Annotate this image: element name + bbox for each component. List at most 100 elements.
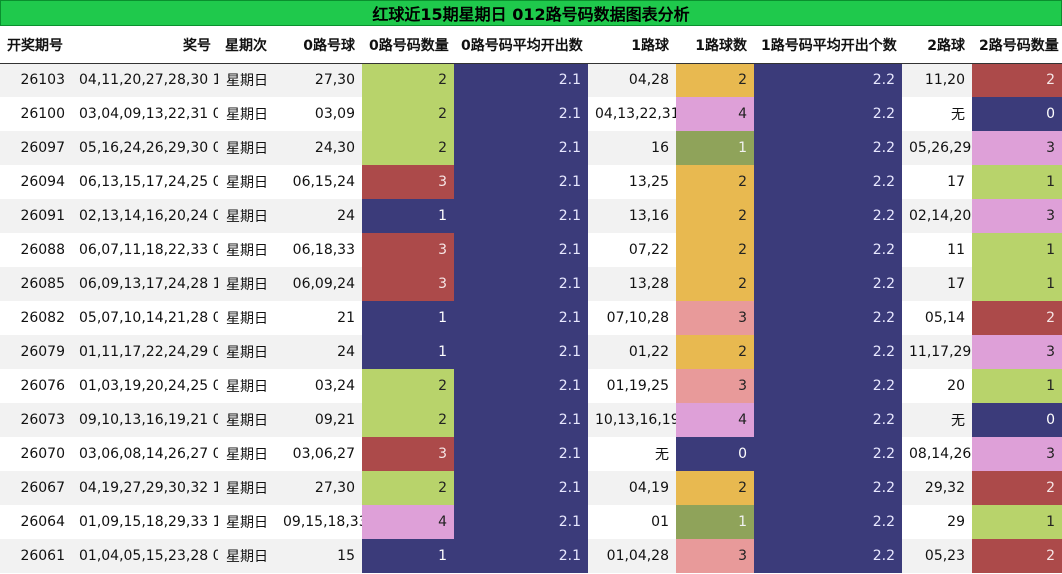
cell-numbers: 02,13,14,16,20,24 05 bbox=[72, 199, 218, 233]
table-row: 26073 09,10,13,16,19,21 08 星期日 09,21 2 2.1 10,… bbox=[0, 403, 1062, 437]
cell-route2-balls: 17 bbox=[902, 267, 972, 301]
cell-route0-count: 1 bbox=[362, 539, 454, 573]
cell-route0-avg: 2.1 bbox=[454, 369, 588, 403]
cell-route0-count: 2 bbox=[362, 369, 454, 403]
cell-route2-count: 3 bbox=[972, 131, 1062, 165]
cell-issue: 26064 bbox=[0, 505, 72, 539]
cell-route0-balls: 09,21 bbox=[276, 403, 362, 437]
table-row: 26085 06,09,13,17,24,28 15 星期日 06,09,24 3 2.1… bbox=[0, 267, 1062, 301]
cell-route1-avg: 2.2 bbox=[754, 199, 902, 233]
cell-numbers: 05,07,10,14,21,28 04 bbox=[72, 301, 218, 335]
cell-weekday: 星期日 bbox=[218, 97, 276, 131]
cell-route1-avg: 2.2 bbox=[754, 369, 902, 403]
cell-route1-balls: 01,04,28 bbox=[588, 539, 676, 573]
header-row: 开奖期号 奖号 星期次 0路号球 0路号码数量 0路号码平均开出数 1路球 1路… bbox=[0, 27, 1062, 63]
cell-route1-avg: 2.2 bbox=[754, 437, 902, 471]
cell-route0-count: 2 bbox=[362, 97, 454, 131]
table-row: 26103 04,11,20,27,28,30 15 星期日 27,30 2 2.1 04,… bbox=[0, 63, 1062, 97]
cell-weekday: 星期日 bbox=[218, 267, 276, 301]
cell-route1-avg: 2.2 bbox=[754, 233, 902, 267]
cell-route2-balls: 05,14 bbox=[902, 301, 972, 335]
cell-route0-balls: 24 bbox=[276, 335, 362, 369]
cell-route1-balls: 无 bbox=[588, 437, 676, 471]
cell-weekday: 星期日 bbox=[218, 369, 276, 403]
cell-route1-count: 2 bbox=[676, 335, 754, 369]
cell-issue: 26100 bbox=[0, 97, 72, 131]
cell-numbers: 06,07,11,18,22,33 05 bbox=[72, 233, 218, 267]
cell-numbers: 03,06,08,14,26,27 08 bbox=[72, 437, 218, 471]
cell-route0-avg: 2.1 bbox=[454, 165, 588, 199]
cell-route2-balls: 29,32 bbox=[902, 471, 972, 505]
cell-route0-avg: 2.1 bbox=[454, 301, 588, 335]
cell-route2-count: 2 bbox=[972, 63, 1062, 97]
cell-route1-balls: 04,28 bbox=[588, 63, 676, 97]
cell-route1-count: 4 bbox=[676, 97, 754, 131]
cell-route1-count: 2 bbox=[676, 199, 754, 233]
cell-route1-balls: 07,10,28 bbox=[588, 301, 676, 335]
cell-route1-avg: 2.2 bbox=[754, 505, 902, 539]
cell-route2-balls: 02,14,20 bbox=[902, 199, 972, 233]
table-row: 26070 03,06,08,14,26,27 08 星期日 03,06,27 3 2.1… bbox=[0, 437, 1062, 471]
cell-weekday: 星期日 bbox=[218, 437, 276, 471]
cell-route2-count: 2 bbox=[972, 539, 1062, 573]
cell-numbers: 01,09,15,18,29,33 15 bbox=[72, 505, 218, 539]
cell-weekday: 星期日 bbox=[218, 63, 276, 97]
cell-weekday: 星期日 bbox=[218, 539, 276, 573]
cell-route0-count: 1 bbox=[362, 301, 454, 335]
cell-weekday: 星期日 bbox=[218, 471, 276, 505]
cell-route0-count: 3 bbox=[362, 165, 454, 199]
cell-numbers: 03,04,09,13,22,31 04 bbox=[72, 97, 218, 131]
cell-route0-avg: 2.1 bbox=[454, 471, 588, 505]
col-header-route0-avg: 0路号码平均开出数 bbox=[454, 27, 588, 63]
cell-route0-avg: 2.1 bbox=[454, 505, 588, 539]
cell-route2-count: 3 bbox=[972, 199, 1062, 233]
cell-route2-count: 1 bbox=[972, 505, 1062, 539]
cell-weekday: 星期日 bbox=[218, 335, 276, 369]
table-row: 26076 01,03,19,20,24,25 07 星期日 03,24 2 2.1 01,… bbox=[0, 369, 1062, 403]
table-row: 26097 05,16,24,26,29,30 02 星期日 24,30 2 2.1 16 1… bbox=[0, 131, 1062, 165]
cell-route1-count: 2 bbox=[676, 233, 754, 267]
cell-route0-balls: 27,30 bbox=[276, 63, 362, 97]
cell-route1-count: 2 bbox=[676, 63, 754, 97]
cell-route2-balls: 17 bbox=[902, 165, 972, 199]
cell-issue: 26091 bbox=[0, 199, 72, 233]
table-row: 26088 06,07,11,18,22,33 05 星期日 06,18,33 3 2.1… bbox=[0, 233, 1062, 267]
cell-issue: 26076 bbox=[0, 369, 72, 403]
cell-route0-balls: 27,30 bbox=[276, 471, 362, 505]
table-row: 26100 03,04,09,13,22,31 04 星期日 03,09 2 2.1 04,… bbox=[0, 97, 1062, 131]
cell-route2-count: 1 bbox=[972, 267, 1062, 301]
cell-route0-count: 4 bbox=[362, 505, 454, 539]
cell-route2-balls: 11,20 bbox=[902, 63, 972, 97]
cell-numbers: 01,11,17,22,24,29 04 bbox=[72, 335, 218, 369]
cell-route1-count: 3 bbox=[676, 539, 754, 573]
col-header-route0-balls: 0路号球 bbox=[276, 27, 362, 63]
cell-route0-count: 3 bbox=[362, 233, 454, 267]
cell-route0-avg: 2.1 bbox=[454, 437, 588, 471]
cell-route0-balls: 24 bbox=[276, 199, 362, 233]
cell-route2-balls: 无 bbox=[902, 97, 972, 131]
cell-issue: 26103 bbox=[0, 63, 72, 97]
cell-issue: 26079 bbox=[0, 335, 72, 369]
cell-weekday: 星期日 bbox=[218, 165, 276, 199]
cell-route1-avg: 2.2 bbox=[754, 165, 902, 199]
cell-route0-balls: 03,24 bbox=[276, 369, 362, 403]
col-header-weekday: 星期次 bbox=[218, 27, 276, 63]
cell-route1-balls: 01,19,25 bbox=[588, 369, 676, 403]
cell-route0-balls: 09,15,18,33 bbox=[276, 505, 362, 539]
cell-route1-balls: 13,16 bbox=[588, 199, 676, 233]
cell-issue: 26088 bbox=[0, 233, 72, 267]
cell-route1-balls: 13,25 bbox=[588, 165, 676, 199]
cell-weekday: 星期日 bbox=[218, 505, 276, 539]
cell-route0-avg: 2.1 bbox=[454, 131, 588, 165]
cell-route1-balls: 13,28 bbox=[588, 267, 676, 301]
cell-route1-balls: 01 bbox=[588, 505, 676, 539]
cell-route0-balls: 03,06,27 bbox=[276, 437, 362, 471]
cell-route1-balls: 01,22 bbox=[588, 335, 676, 369]
cell-route1-balls: 04,13,22,31 bbox=[588, 97, 676, 131]
cell-route0-balls: 06,18,33 bbox=[276, 233, 362, 267]
cell-route0-balls: 06,09,24 bbox=[276, 267, 362, 301]
col-header-route1-balls: 1路球 bbox=[588, 27, 676, 63]
table-body: 26103 04,11,20,27,28,30 15 星期日 27,30 2 2.1 04,… bbox=[0, 63, 1062, 573]
cell-route1-avg: 2.2 bbox=[754, 403, 902, 437]
cell-numbers: 04,19,27,29,30,32 13 bbox=[72, 471, 218, 505]
